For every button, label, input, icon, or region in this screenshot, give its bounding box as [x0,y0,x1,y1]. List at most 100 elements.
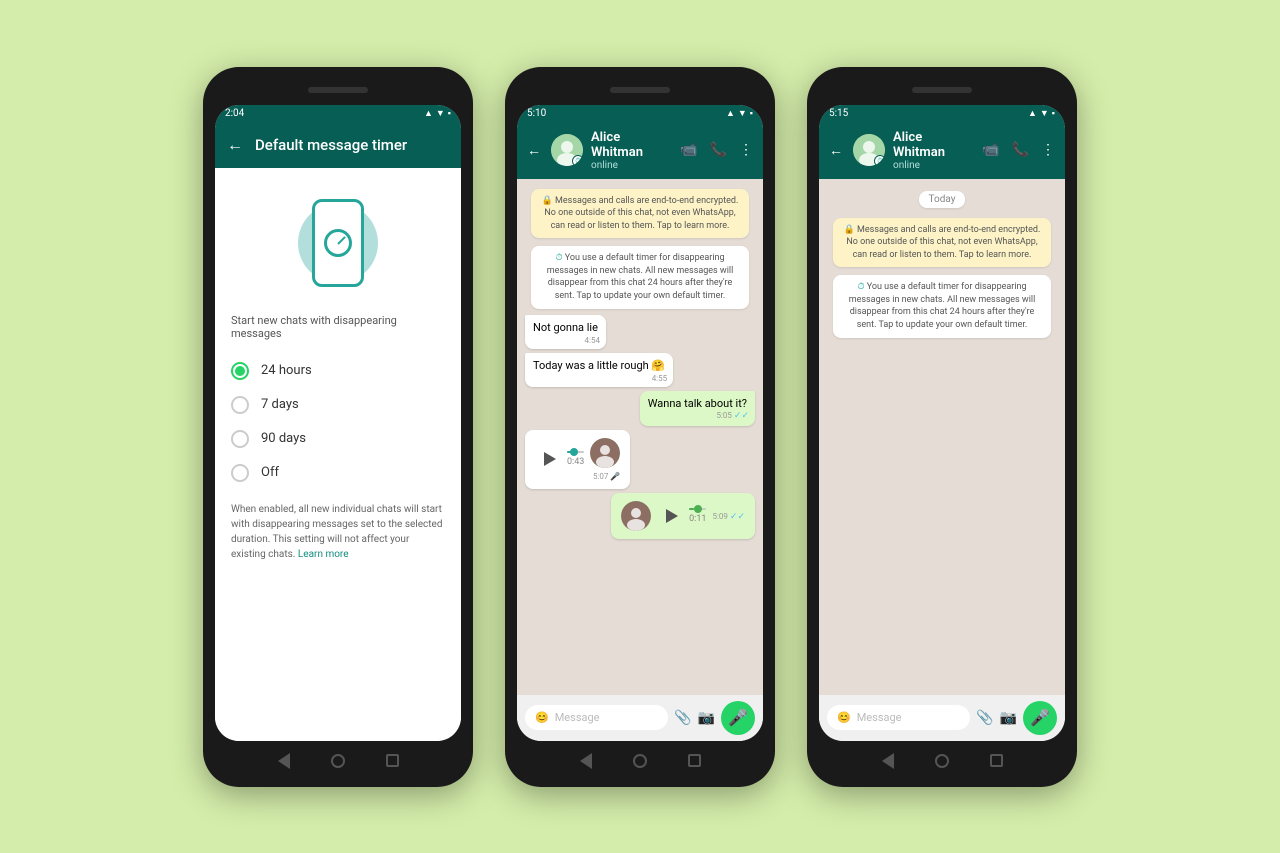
status-icons-2: ▲ ▼ ▪ [726,108,753,119]
msg-text-1: Not gonna lie [533,321,598,334]
audio-time-received: 5:07 🎤 [593,472,620,481]
home-nav-btn-2[interactable] [631,752,649,770]
phone-screen-1: 2:04 ▲ ▼ ▪ ← Default message timer Start… [215,105,461,741]
contact-name-2: Alice Whitman [591,130,672,160]
option-7days[interactable]: 7 days [231,388,445,422]
phone-notch-3 [819,79,1065,101]
mic-button-3[interactable]: 🎤 [1023,701,1057,735]
option-24h[interactable]: 24 hours [231,354,445,388]
page-title-1: Default message timer [255,136,407,154]
camera-icon-3[interactable]: 📷 [1000,710,1017,726]
audio-play-btn-sent[interactable] [657,503,683,529]
waveform-sent [689,508,706,510]
voice-call-icon-3[interactable]: 📞 [1012,142,1029,158]
attachment-icon-2[interactable]: 📎 [674,710,691,726]
audio-play-btn-received[interactable] [535,446,561,472]
option-90days[interactable]: 90 days [231,422,445,456]
audio-time-sent: 5:09 ✓✓ [712,512,745,522]
wifi-icon-2: ▼ [738,108,747,119]
camera-icon-2[interactable]: 📷 [698,710,715,726]
back-button-1[interactable]: ← [227,135,243,155]
learn-more-link[interactable]: Learn more [298,549,349,560]
chat-action-icons-2: 📹 📞 ⋮ [680,142,753,158]
recents-nav-btn-2[interactable] [685,752,703,770]
label-off: Off [261,465,279,480]
contact-status-3: online [893,160,974,171]
settings-header: ← Default message timer [215,122,461,168]
chat-input-bar-3: 😊 Message 📎 📷 🎤 [819,695,1065,741]
chat-header-3: ← ⏱ Alice Whitman online 📹 📞 ⋮ [819,122,1065,179]
recents-nav-btn-3[interactable] [987,752,1005,770]
status-time-2: 5:10 [527,108,546,119]
msg-time-2: 4:55 [652,373,667,384]
back-nav-btn-3[interactable] [879,752,897,770]
wifi-icon-1: ▼ [436,108,445,119]
attachment-icon-3[interactable]: 📎 [976,710,993,726]
audio-avatar-received [590,438,620,468]
signal-icon-3: ▲ [1028,108,1037,119]
label-7days: 7 days [261,397,299,412]
phone-3: 5:15 ▲ ▼ ▪ ← ⏱ Alice Whitman online [807,67,1077,787]
battery-icon-2: ▪ [750,108,753,119]
chat-body-2: 🔒 Messages and calls are end-to-end encr… [517,179,763,695]
back-button-2[interactable]: ← [527,142,541,159]
audio-duration-sent: 0:11 [689,514,706,524]
status-bar-1: 2:04 ▲ ▼ ▪ [215,105,461,122]
contact-status-2: online [591,160,672,171]
video-call-icon-3[interactable]: 📹 [982,142,999,158]
more-options-icon-2[interactable]: ⋮ [739,142,753,158]
nav-bar-1 [215,747,461,775]
radio-7days[interactable] [231,396,249,414]
voice-call-icon-2[interactable]: 📞 [710,142,727,158]
waveform-received [567,451,584,453]
status-time-3: 5:15 [829,108,848,119]
read-ticks-3: ✓✓ [734,411,749,421]
message-input-field-2[interactable]: 😊 Message [525,705,668,730]
chat-body-3: Today 🔒 Messages and calls are end-to-en… [819,179,1065,695]
signal-icon-2: ▲ [726,108,735,119]
encryption-notice-2: 🔒 Messages and calls are end-to-end encr… [531,189,750,239]
radio-90days[interactable] [231,430,249,448]
radio-24h[interactable] [231,362,249,380]
phone-screen-3: 5:15 ▲ ▼ ▪ ← ⏱ Alice Whitman online [819,105,1065,741]
contact-name-3: Alice Whitman [893,130,974,160]
emoji-btn-2[interactable]: 😊 [535,711,549,724]
settings-subtitle: Start new chats with disappearing messag… [231,314,445,340]
emoji-btn-3[interactable]: 😊 [837,711,851,724]
label-24h: 24 hours [261,363,312,378]
msg-text-2: Today was a little rough 🤗 [533,359,665,372]
play-icon-received [544,452,556,466]
audio-msg-sent: 0:11 5:09 ✓✓ [611,493,755,539]
radio-off[interactable] [231,464,249,482]
settings-footer: When enabled, all new individual chats w… [231,502,445,562]
back-button-3[interactable]: ← [829,142,843,159]
chat-input-bar-2: 😊 Message 📎 📷 🎤 [517,695,763,741]
home-nav-btn[interactable] [329,752,347,770]
video-call-icon-2[interactable]: 📹 [680,142,697,158]
audio-duration-received: 0:43 [567,457,584,467]
phone-screen-2: 5:10 ▲ ▼ ▪ ← ⏱ Alice Whitman online [517,105,763,741]
disappearing-timer-icon-3: ⏱ [874,155,885,166]
more-options-icon-3[interactable]: ⋮ [1041,142,1055,158]
label-90days: 90 days [261,431,306,446]
audio-avatar-sent [621,501,651,531]
read-ticks-audio: ✓✓ [730,512,745,522]
disappearing-timer-icon-2: ⏱ [572,155,583,166]
waveform-dot-sent[interactable] [694,505,702,513]
status-bar-2: 5:10 ▲ ▼ ▪ [517,105,763,122]
timer-notice-2: ⏱ You use a default timer for disappeari… [531,246,750,308]
home-nav-btn-3[interactable] [933,752,951,770]
audio-msg-received: 0:43 5:07 🎤 [525,430,630,489]
date-badge-3: Today [919,191,966,208]
back-nav-btn-2[interactable] [577,752,595,770]
phone-speaker-2 [610,87,670,93]
back-nav-btn[interactable] [275,752,293,770]
mic-button-2[interactable]: 🎤 [721,701,755,735]
status-time-1: 2:04 [225,108,244,119]
recents-nav-btn[interactable] [383,752,401,770]
message-input-field-3[interactable]: 😊 Message [827,705,970,730]
waveform-dot-received[interactable] [570,448,578,456]
chat-action-icons-3: 📹 📞 ⋮ [982,142,1055,158]
option-off[interactable]: Off [231,456,445,490]
encryption-notice-3: 🔒 Messages and calls are end-to-end encr… [833,218,1052,268]
